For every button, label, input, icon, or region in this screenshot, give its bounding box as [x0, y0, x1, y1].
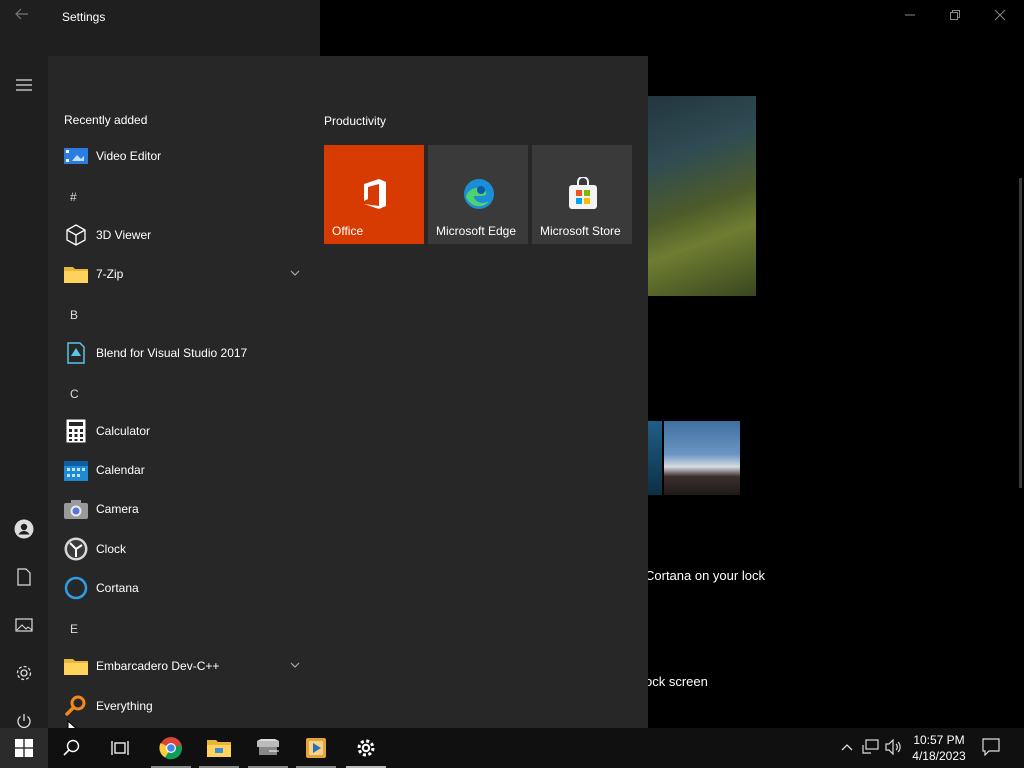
task-view-icon: [111, 741, 129, 755]
calendar-icon: [64, 458, 88, 482]
settings-gear-icon: [357, 739, 375, 757]
scrollbar-thumb[interactable]: [1019, 178, 1022, 488]
blend-icon: [64, 341, 88, 365]
office-logo-icon: [358, 177, 392, 211]
edge-logo-icon: [462, 177, 496, 211]
start-rail: [0, 34, 48, 728]
app-7zip[interactable]: 7-Zip: [64, 259, 308, 289]
chevron-up-icon[interactable]: [838, 738, 856, 756]
app-clock[interactable]: Clock: [64, 534, 308, 564]
app-embarcadero-devcpp[interactable]: Embarcadero Dev-C++: [64, 651, 308, 681]
store-bag-icon: [566, 176, 600, 211]
folder-icon: [64, 654, 88, 678]
clock-time: 10:57 PM: [913, 733, 965, 747]
taskbar-chrome[interactable]: [147, 728, 195, 768]
network-icon[interactable]: [862, 738, 880, 756]
app-video-editor[interactable]: Video Editor: [64, 141, 308, 171]
user-account-icon[interactable]: [13, 518, 35, 540]
app-label: Blend for Visual Studio 2017: [96, 346, 248, 360]
app-label: 3D Viewer: [96, 228, 152, 242]
close-icon[interactable]: [988, 6, 1012, 26]
taskbar-media-player[interactable]: [292, 728, 340, 768]
search-icon: [63, 739, 80, 756]
search-button[interactable]: [48, 728, 96, 768]
group-letter-hash[interactable]: #: [70, 190, 77, 204]
restore-icon[interactable]: [943, 6, 967, 26]
action-center-icon[interactable]: [982, 738, 1000, 756]
start-button[interactable]: [0, 728, 48, 768]
app-calculator[interactable]: Calculator: [64, 416, 308, 446]
tiles-area: Productivity Office Microsoft Edge Micro…: [324, 56, 644, 728]
taskbar-clock[interactable]: 10:57 PM 4/18/2023: [904, 732, 974, 764]
app-label: Everything: [96, 699, 153, 713]
windows-logo-icon: [15, 739, 33, 757]
app-everything[interactable]: Everything: [64, 691, 308, 721]
calculator-icon: [64, 419, 88, 443]
lock-screen-preview-image: [640, 96, 756, 296]
pictures-icon[interactable]: [13, 614, 35, 636]
app-label: Clock: [96, 542, 127, 556]
tiles-group-header[interactable]: Productivity: [324, 114, 386, 128]
app-label: Embarcadero Dev-C++: [96, 659, 220, 673]
chrome-icon: [159, 737, 183, 760]
drive-tool-icon: [257, 739, 279, 755]
title-bar: Settings: [0, 0, 1024, 34]
cube-icon: [64, 223, 88, 247]
group-letter-c[interactable]: C: [70, 387, 79, 401]
volume-icon[interactable]: [885, 738, 903, 756]
clock-date: 4/18/2023: [912, 749, 966, 763]
tile-label: Office: [332, 224, 364, 238]
taskbar-file-explorer[interactable]: [195, 728, 243, 768]
app-list: Recently added Video Editor # 3D Viewer …: [48, 56, 312, 728]
clock-icon: [64, 537, 88, 561]
cortana-icon: [64, 576, 88, 600]
documents-icon[interactable]: [13, 566, 35, 588]
app-label: Cortana: [96, 581, 139, 595]
chevron-down-icon[interactable]: [290, 660, 300, 670]
cortana-lock-text: Cortana on your lock: [645, 568, 765, 583]
recently-added-header: Recently added: [64, 113, 148, 127]
lock-screen-text: ock screen: [645, 674, 708, 689]
app-label: Calculator: [96, 424, 151, 438]
taskbar-app-drive[interactable]: [244, 728, 292, 768]
tile-office[interactable]: Office: [324, 145, 424, 244]
media-player-icon: [306, 738, 326, 758]
app-cortana[interactable]: Cortana: [64, 573, 308, 603]
app-label: Calendar: [96, 463, 145, 477]
app-label: Video Editor: [96, 149, 162, 163]
tile-label: Microsoft Edge: [436, 224, 517, 238]
app-label: 7-Zip: [96, 267, 124, 281]
task-view-button[interactable]: [96, 728, 144, 768]
folder-icon: [64, 262, 88, 286]
chevron-down-icon[interactable]: [290, 268, 300, 278]
app-blend-vs2017[interactable]: Blend for Visual Studio 2017: [64, 338, 308, 368]
back-arrow-icon[interactable]: [14, 6, 34, 26]
app-label: Camera: [96, 502, 139, 516]
background-thumbnail-2[interactable]: [664, 421, 740, 495]
tile-label: Microsoft Store: [540, 224, 621, 238]
tile-microsoft-edge[interactable]: Microsoft Edge: [428, 145, 528, 244]
window-title: Settings: [62, 10, 106, 24]
camera-icon: [64, 497, 88, 521]
tile-microsoft-store[interactable]: Microsoft Store: [532, 145, 632, 244]
file-explorer-icon: [207, 740, 231, 757]
group-letter-e[interactable]: E: [70, 622, 78, 636]
taskbar: 10:57 PM 4/18/2023: [0, 728, 1024, 768]
hamburger-menu-icon[interactable]: [13, 74, 35, 96]
minimize-icon[interactable]: [898, 6, 922, 26]
video-editor-icon: [64, 144, 88, 168]
app-calendar[interactable]: Calendar: [64, 455, 308, 485]
search-magnifier-icon: [64, 694, 88, 718]
taskbar-settings[interactable]: [342, 728, 390, 768]
app-3d-viewer[interactable]: 3D Viewer: [64, 220, 308, 250]
settings-gear-icon[interactable]: [13, 662, 35, 684]
app-camera[interactable]: Camera: [64, 494, 308, 524]
group-letter-b[interactable]: B: [70, 308, 78, 322]
